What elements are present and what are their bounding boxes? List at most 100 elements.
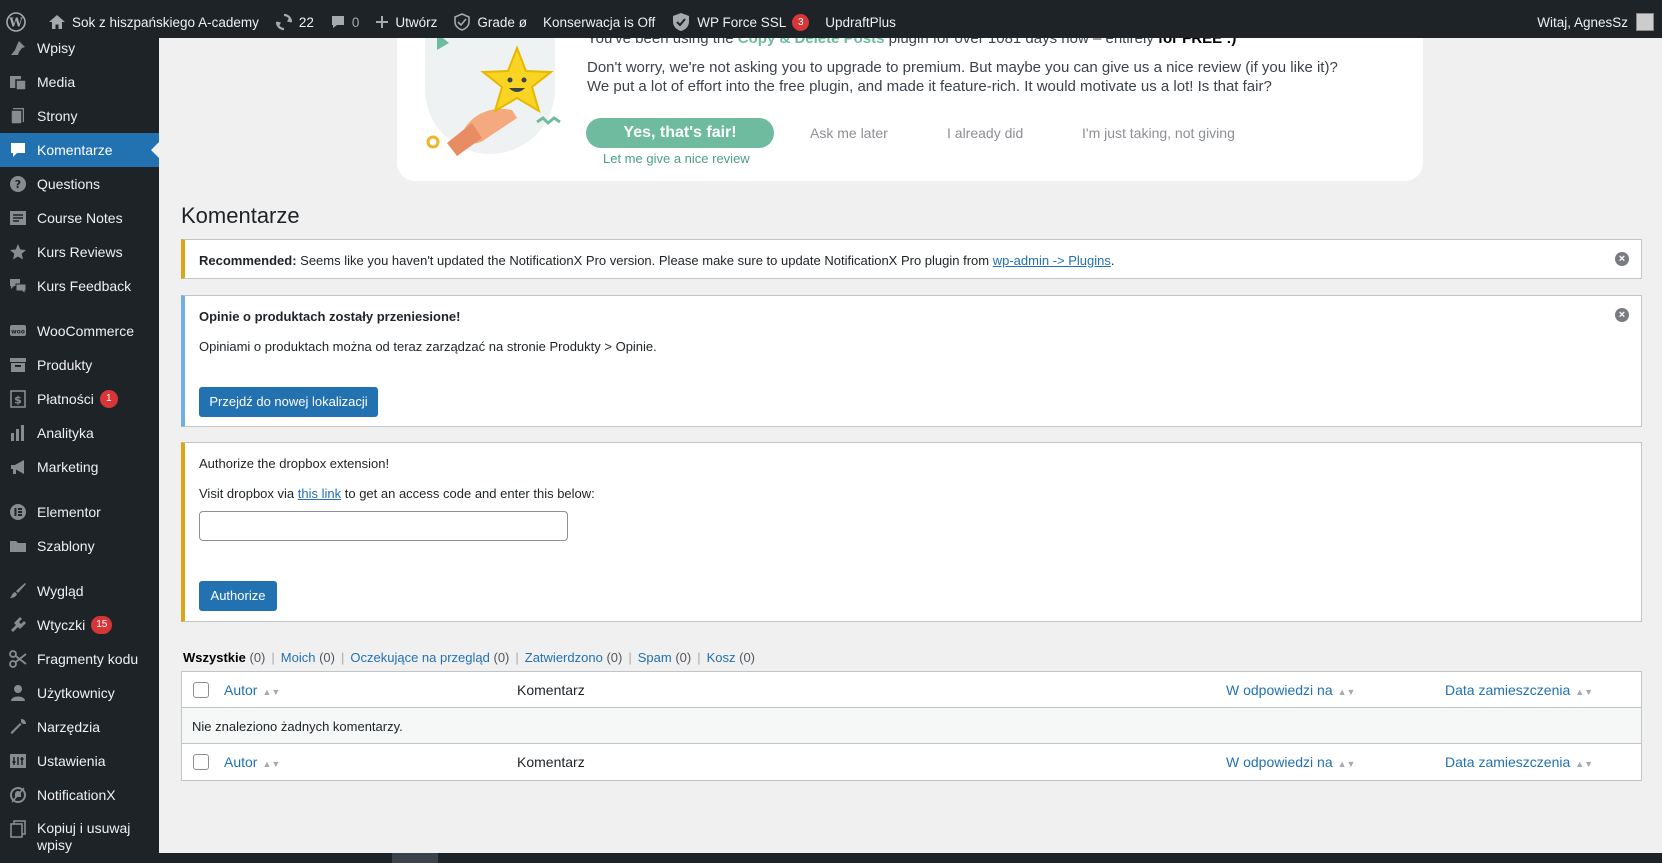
brush-icon xyxy=(9,582,27,600)
menu-item-course-notes[interactable]: Course Notes xyxy=(0,201,159,235)
menu-item-posts[interactable]: Wpisy xyxy=(0,38,159,65)
menu-label: Strony xyxy=(37,108,78,124)
menu-item-copy-delete[interactable]: Kopiuj i usuwaj wpisy xyxy=(0,812,159,854)
site-name-link[interactable]: Sok z hiszpańskiego A-cademy xyxy=(40,6,267,38)
menu-item-kurs-reviews[interactable]: Kurs Reviews xyxy=(0,235,159,269)
menu-label: Course Notes xyxy=(37,210,123,226)
elementor-icon xyxy=(9,503,27,521)
access-code-input[interactable] xyxy=(199,511,568,541)
menu-item-elementor[interactable]: Elementor xyxy=(0,495,159,529)
notice-title: Authorize the dropbox extension! xyxy=(199,456,390,471)
reviews-moved-notice: Opinie o produktach zostały przeniesione… xyxy=(181,295,1642,427)
menu-item-marketing[interactable]: Marketing xyxy=(0,450,159,484)
dropbox-link[interactable]: this link xyxy=(298,486,341,501)
menu-item-payments[interactable]: $ Płatności 1 xyxy=(0,382,159,416)
menu-item-kurs-feedback[interactable]: Kurs Feedback xyxy=(0,269,159,303)
greeting: Witaj, AgnesSz xyxy=(1537,14,1628,30)
updates-link[interactable]: 22 xyxy=(267,6,322,38)
comments-link[interactable]: 0 xyxy=(322,6,368,38)
woo-icon: woo xyxy=(9,322,27,340)
menu-item-woocommerce[interactable]: woo WooCommerce xyxy=(0,314,159,348)
menu-item-notificationx[interactable]: NotificationX xyxy=(0,778,159,812)
wp-logo-menu[interactable]: W xyxy=(0,6,40,38)
taskbar-tab xyxy=(392,853,438,863)
dismiss-icon[interactable]: × xyxy=(1615,308,1629,322)
plugins-link[interactable]: wp-admin -> Plugins xyxy=(993,253,1111,268)
author-column-footer[interactable]: Autor ▲▼ xyxy=(224,754,280,770)
user-icon xyxy=(9,684,27,702)
comment-column-header: Komentarz xyxy=(517,682,585,698)
menu-item-analytics[interactable]: Analityka xyxy=(0,416,159,450)
dismiss-icon[interactable]: × xyxy=(1615,252,1629,266)
sort-icon: ▲▼ xyxy=(1337,687,1356,697)
settings-icon xyxy=(9,752,27,770)
just-taking-link[interactable]: I'm just taking, not giving xyxy=(1082,125,1235,141)
ssl-link[interactable]: WP Force SSL 3 xyxy=(663,6,817,38)
maintenance-label: Konserwacja is Off xyxy=(542,14,656,30)
wrench-icon xyxy=(9,718,27,736)
table-footer-row: Autor ▲▼ Komentarz W odpowiedzi na ▲▼ Data… xyxy=(182,744,1641,780)
notice-title: Opinie o produktach zostały przeniesione… xyxy=(199,309,461,324)
filter-mine[interactable]: Moich xyxy=(281,650,316,665)
author-column-header[interactable]: Autor ▲▼ xyxy=(224,682,280,698)
updraft-label: UpdraftPlus xyxy=(825,14,896,30)
menu-label: Fragmenty kodu xyxy=(37,651,139,667)
sort-icon: ▲▼ xyxy=(1575,759,1594,769)
svg-text:W: W xyxy=(8,16,23,30)
menu-item-media[interactable]: Media xyxy=(0,65,159,99)
new-content-label: Utwórz xyxy=(395,14,438,30)
new-location-button[interactable]: Przejdź do nowej lokalizacji xyxy=(199,387,378,417)
menu-item-users[interactable]: Użytkownicy xyxy=(0,676,159,710)
menu-item-plugins[interactable]: Wtyczki 15 xyxy=(0,608,159,642)
date-column-header[interactable]: Data zamieszczenia ▲▼ xyxy=(1445,682,1593,698)
yes-fair-button[interactable]: Yes, that's fair! xyxy=(586,118,774,148)
select-all-checkbox[interactable] xyxy=(193,682,209,698)
menu-item-comments[interactable]: Komentarze xyxy=(0,133,159,167)
maintenance-link[interactable]: Konserwacja is Off xyxy=(535,6,663,38)
filter-trash[interactable]: Kosz xyxy=(707,650,736,665)
menu-label: Wygląd xyxy=(37,583,84,599)
my-account[interactable]: Witaj, AgnesSz xyxy=(1537,13,1662,31)
review-line-3: We put a lot of effort into the free plu… xyxy=(587,78,1272,95)
date-column-footer[interactable]: Data zamieszczenia ▲▼ xyxy=(1445,754,1593,770)
bell-icon xyxy=(9,786,27,804)
menu-item-products[interactable]: Produkty xyxy=(0,348,159,382)
nice-review-link[interactable]: Let me give a nice review xyxy=(603,151,750,166)
megaphone-icon xyxy=(9,458,27,476)
question-icon: ? xyxy=(9,175,27,193)
menu-label: Produkty xyxy=(37,357,93,373)
authorize-button[interactable]: Authorize xyxy=(199,581,277,611)
menu-item-code-snippets[interactable]: Fragmenty kodu xyxy=(0,642,159,676)
menu-label: Marketing xyxy=(37,459,99,475)
menu-item-pages[interactable]: Strony xyxy=(0,99,159,133)
filter-approved[interactable]: Zatwierdzono xyxy=(525,650,603,665)
sort-icon: ▲▼ xyxy=(262,759,281,769)
review-line-2: Don't worry, we're not asking you to upg… xyxy=(587,59,1338,76)
menu-item-settings[interactable]: Ustawienia xyxy=(0,744,159,778)
filter-pending[interactable]: Oczekujące na przegląd xyxy=(350,650,489,665)
menu-item-tools[interactable]: Narzędzia xyxy=(0,710,159,744)
new-content-link[interactable]: Utwórz xyxy=(367,6,445,38)
select-all-checkbox-footer[interactable] xyxy=(193,754,209,770)
already-did-link[interactable]: I already did xyxy=(947,125,1023,141)
ask-later-link[interactable]: Ask me later xyxy=(810,125,888,141)
avatar xyxy=(1636,13,1654,31)
menu-item-questions[interactable]: ? Questions xyxy=(0,167,159,201)
reply-column-header[interactable]: W odpowiedzi na ▲▼ xyxy=(1226,682,1355,698)
menu-item-templates[interactable]: Szablony xyxy=(0,529,159,563)
comment-status-filters: Wszystkie (0) | Moich (0) | Oczekujące na pr… xyxy=(183,650,756,665)
menu-item-appearance[interactable]: Wygląd xyxy=(0,574,159,608)
reply-column-footer[interactable]: W odpowiedzi na ▲▼ xyxy=(1226,754,1355,770)
pin-icon xyxy=(9,39,27,57)
sort-icon: ▲▼ xyxy=(1575,687,1594,697)
filter-all[interactable]: Wszystkie xyxy=(183,650,246,665)
ssl-shield-icon xyxy=(673,13,690,31)
menu-separator xyxy=(0,303,159,314)
grade-link[interactable]: Grade ø xyxy=(445,6,535,38)
wordpress-icon: W xyxy=(6,12,26,32)
shield-icon xyxy=(454,13,471,31)
menu-label: Analityka xyxy=(37,425,94,441)
updraft-link[interactable]: UpdraftPlus xyxy=(817,6,904,38)
filter-spam[interactable]: Spam xyxy=(638,650,672,665)
comment-bubble-icon xyxy=(331,16,344,28)
